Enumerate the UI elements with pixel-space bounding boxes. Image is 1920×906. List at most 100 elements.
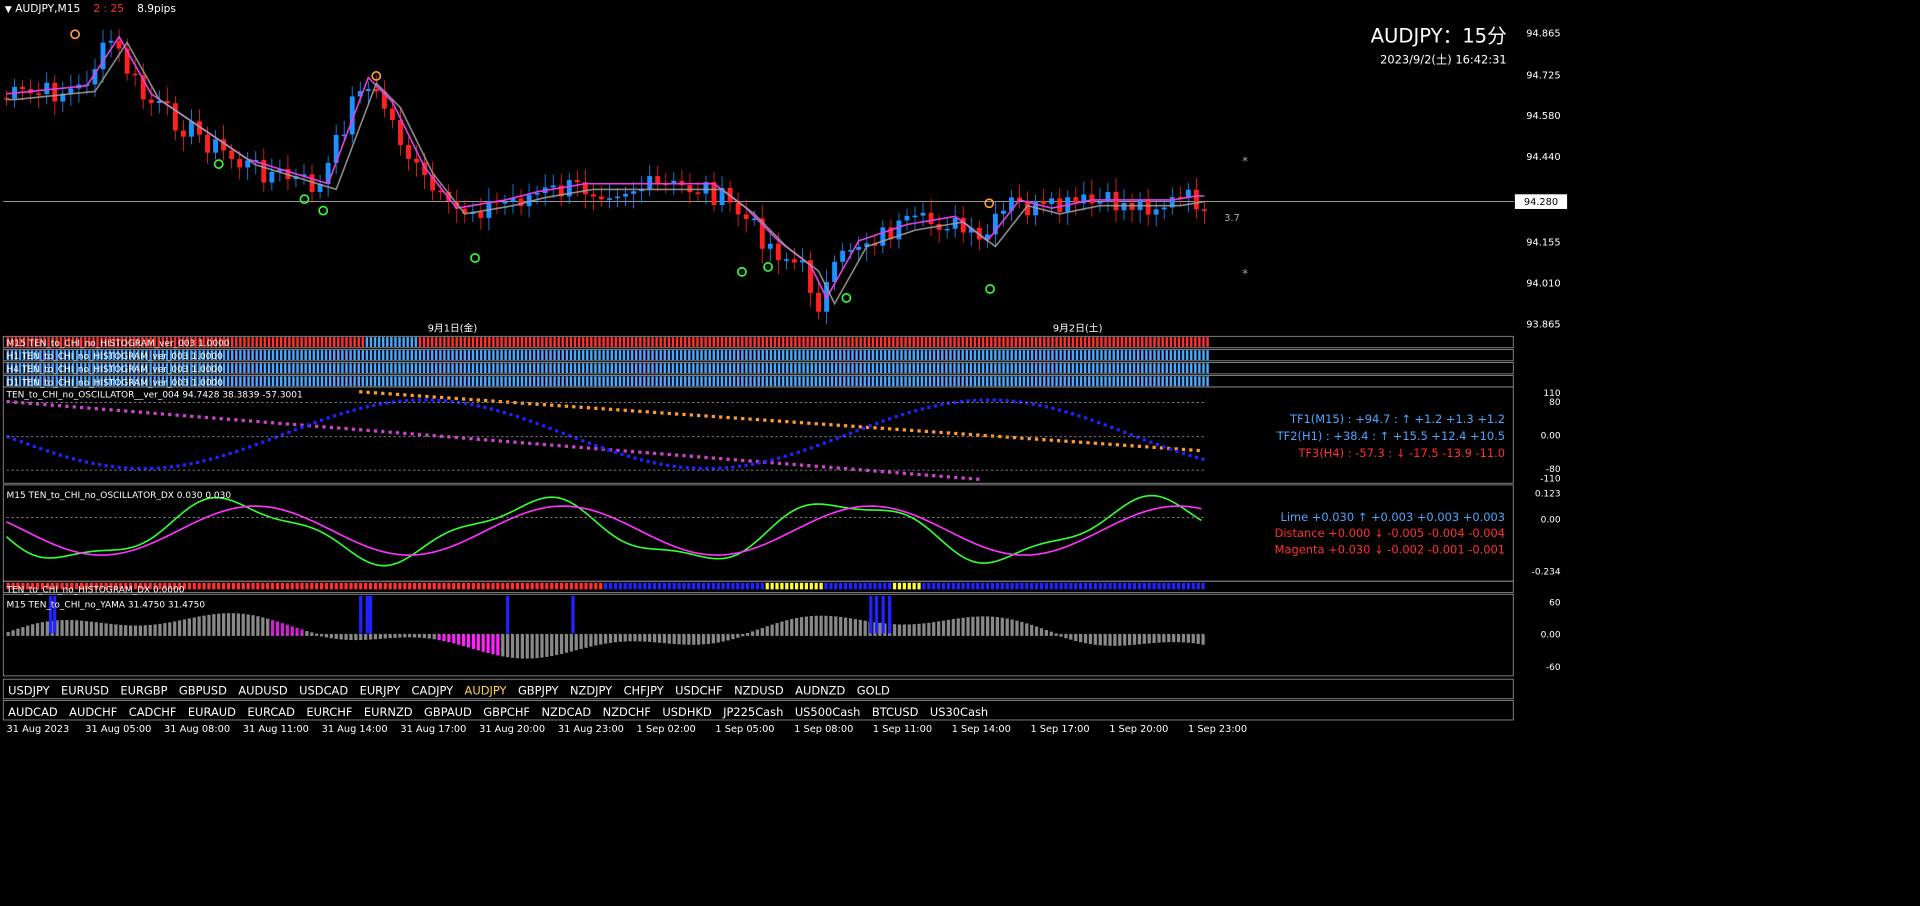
- histogram-bar: [569, 376, 573, 387]
- symbol-button-nzdusd[interactable]: NZDUSD: [734, 685, 784, 698]
- symbol-button-gbpaud[interactable]: GBPAUD: [424, 706, 472, 719]
- symbol-button-gbpjpy[interactable]: GBPJPY: [518, 685, 559, 698]
- osc-dot: [58, 453, 63, 457]
- histogram-bar: [977, 350, 981, 360]
- histogram-bar: [1087, 376, 1091, 387]
- osc-dot: [104, 464, 108, 468]
- histogram-bar: [459, 350, 462, 360]
- candle-body: [132, 73, 138, 76]
- symbol-button-us500cash[interactable]: US500Cash: [795, 706, 861, 719]
- histogram-bar: [512, 350, 516, 360]
- histogram-bar: [1010, 337, 1013, 347]
- histogram-bar: [520, 337, 524, 347]
- symbol-button-eurjpy[interactable]: EURJPY: [360, 685, 401, 698]
- symbol-button-usdchf[interactable]: USDCHF: [675, 685, 723, 698]
- yama-bar: [530, 634, 534, 659]
- histogram-bar: [1014, 350, 1017, 360]
- symbol-button-audchf[interactable]: AUDCHF: [69, 706, 117, 719]
- yama-bar: [814, 615, 818, 636]
- osc-dot: [359, 428, 363, 432]
- histogram-bar: [961, 376, 964, 387]
- symbol-button-euraud[interactable]: EURAUD: [188, 706, 236, 719]
- histogram-bar: [643, 337, 646, 347]
- histogram-dx-bar: [677, 582, 681, 590]
- histogram-dx-bar: [995, 582, 1000, 590]
- symbol-button-eurcad[interactable]: EURCAD: [247, 706, 295, 719]
- histogram-bar: [271, 350, 275, 360]
- osc-dot: [1189, 448, 1193, 452]
- osc-dot: [1103, 423, 1107, 427]
- symbol-button-eurchf[interactable]: EURCHF: [306, 706, 352, 719]
- symbol-button-audjpy[interactable]: AUDJPY: [465, 685, 507, 698]
- histogram-bar: [622, 350, 626, 360]
- symbol-button-us30cash[interactable]: US30Cash: [930, 706, 988, 719]
- histogram-bar: [859, 337, 862, 347]
- osc-dot: [378, 402, 382, 406]
- symbol-button-nzdchf[interactable]: NZDCHF: [603, 706, 651, 719]
- histogram-bar: [1039, 337, 1042, 347]
- histogram-bar: [908, 376, 911, 387]
- histogram-bar: [977, 337, 981, 347]
- symbol-button-eurnzd[interactable]: EURNZD: [364, 706, 413, 719]
- histogram-dx-bar: [652, 582, 657, 590]
- histogram-dx-bar: [481, 582, 485, 590]
- osc-dot: [1136, 435, 1140, 439]
- symbol-button-audusd[interactable]: AUDUSD: [238, 685, 287, 698]
- chart-area[interactable]: ▼ AUDJPY,M15 2 : 25 8.9pips AUDJPY：15分 2…: [0, 0, 1568, 740]
- osc-dot: [666, 463, 670, 467]
- candle-body: [213, 139, 219, 153]
- histogram-dx-bar: [790, 582, 794, 590]
- symbol-button-usdcad[interactable]: USDCAD: [299, 685, 348, 698]
- osc-dot: [190, 414, 194, 418]
- yama-bar: [177, 620, 182, 636]
- symbol-button-usdhkd[interactable]: USDHKD: [662, 706, 711, 719]
- histogram-bar: [1083, 337, 1087, 347]
- histogram-bar: [381, 376, 385, 387]
- symbol-button-gbpusd[interactable]: GBPUSD: [179, 685, 227, 698]
- symbol-button-nzdjpy[interactable]: NZDJPY: [570, 685, 612, 698]
- histogram-bar: [1120, 376, 1124, 387]
- symbol-button-audcad[interactable]: AUDCAD: [8, 706, 58, 719]
- histogram-bar: [377, 350, 381, 360]
- symbol-button-gold[interactable]: GOLD: [857, 685, 890, 698]
- symbol-button-gbpchf[interactable]: GBPCHF: [483, 706, 530, 719]
- histogram-dx-bar: [667, 582, 671, 590]
- yama-bar: [599, 634, 603, 645]
- histogram-bar: [904, 376, 907, 387]
- symbol-button-chfjpy[interactable]: CHFJPY: [624, 685, 664, 698]
- histogram-dx-bar: [569, 582, 573, 590]
- histogram-dx-bar: [976, 582, 980, 590]
- histogram-bar: [683, 337, 687, 347]
- histogram-bar: [635, 363, 638, 374]
- histogram-bar: [920, 350, 924, 360]
- osc-dot: [520, 401, 525, 405]
- symbol-button-eurgbp[interactable]: EURGBP: [120, 685, 167, 698]
- histogram-bar: [679, 376, 683, 387]
- histogram-bar: [406, 363, 409, 374]
- yama-bar: [466, 634, 471, 648]
- symbol-button-eurusd[interactable]: EURUSD: [61, 685, 109, 698]
- time-label: 1 Sep 05:00: [715, 723, 775, 735]
- symbol-button-cadchf[interactable]: CADCHF: [129, 706, 177, 719]
- histogram-bar: [1145, 376, 1148, 387]
- symbol-button-audnzd[interactable]: AUDNZD: [795, 685, 845, 698]
- symbol-button-btcusd[interactable]: BTCUSD: [872, 706, 919, 719]
- yama-bar: [1015, 620, 1019, 636]
- histogram-dx-bar: [1000, 582, 1004, 590]
- osc-dot: [557, 444, 561, 448]
- histogram-bar: [549, 376, 552, 387]
- histogram-bar: [602, 337, 605, 347]
- symbol-button-usdjpy[interactable]: USDJPY: [8, 685, 49, 698]
- osc-dot: [939, 430, 943, 435]
- symbol-button-nzdcad[interactable]: NZDCAD: [541, 706, 591, 719]
- histogram-bar: [834, 376, 838, 387]
- histogram-dx-bar: [231, 582, 236, 590]
- yama-bar: [79, 620, 84, 636]
- osc-dot: [403, 431, 407, 435]
- osc-dot: [645, 410, 649, 414]
- osc-dot: [1149, 440, 1153, 444]
- histogram-bar: [806, 337, 809, 347]
- symbol-button-jp225cash[interactable]: JP225Cash: [723, 706, 783, 719]
- symbol-button-cadjpy[interactable]: CADJPY: [412, 685, 454, 698]
- osc-dot: [924, 429, 929, 434]
